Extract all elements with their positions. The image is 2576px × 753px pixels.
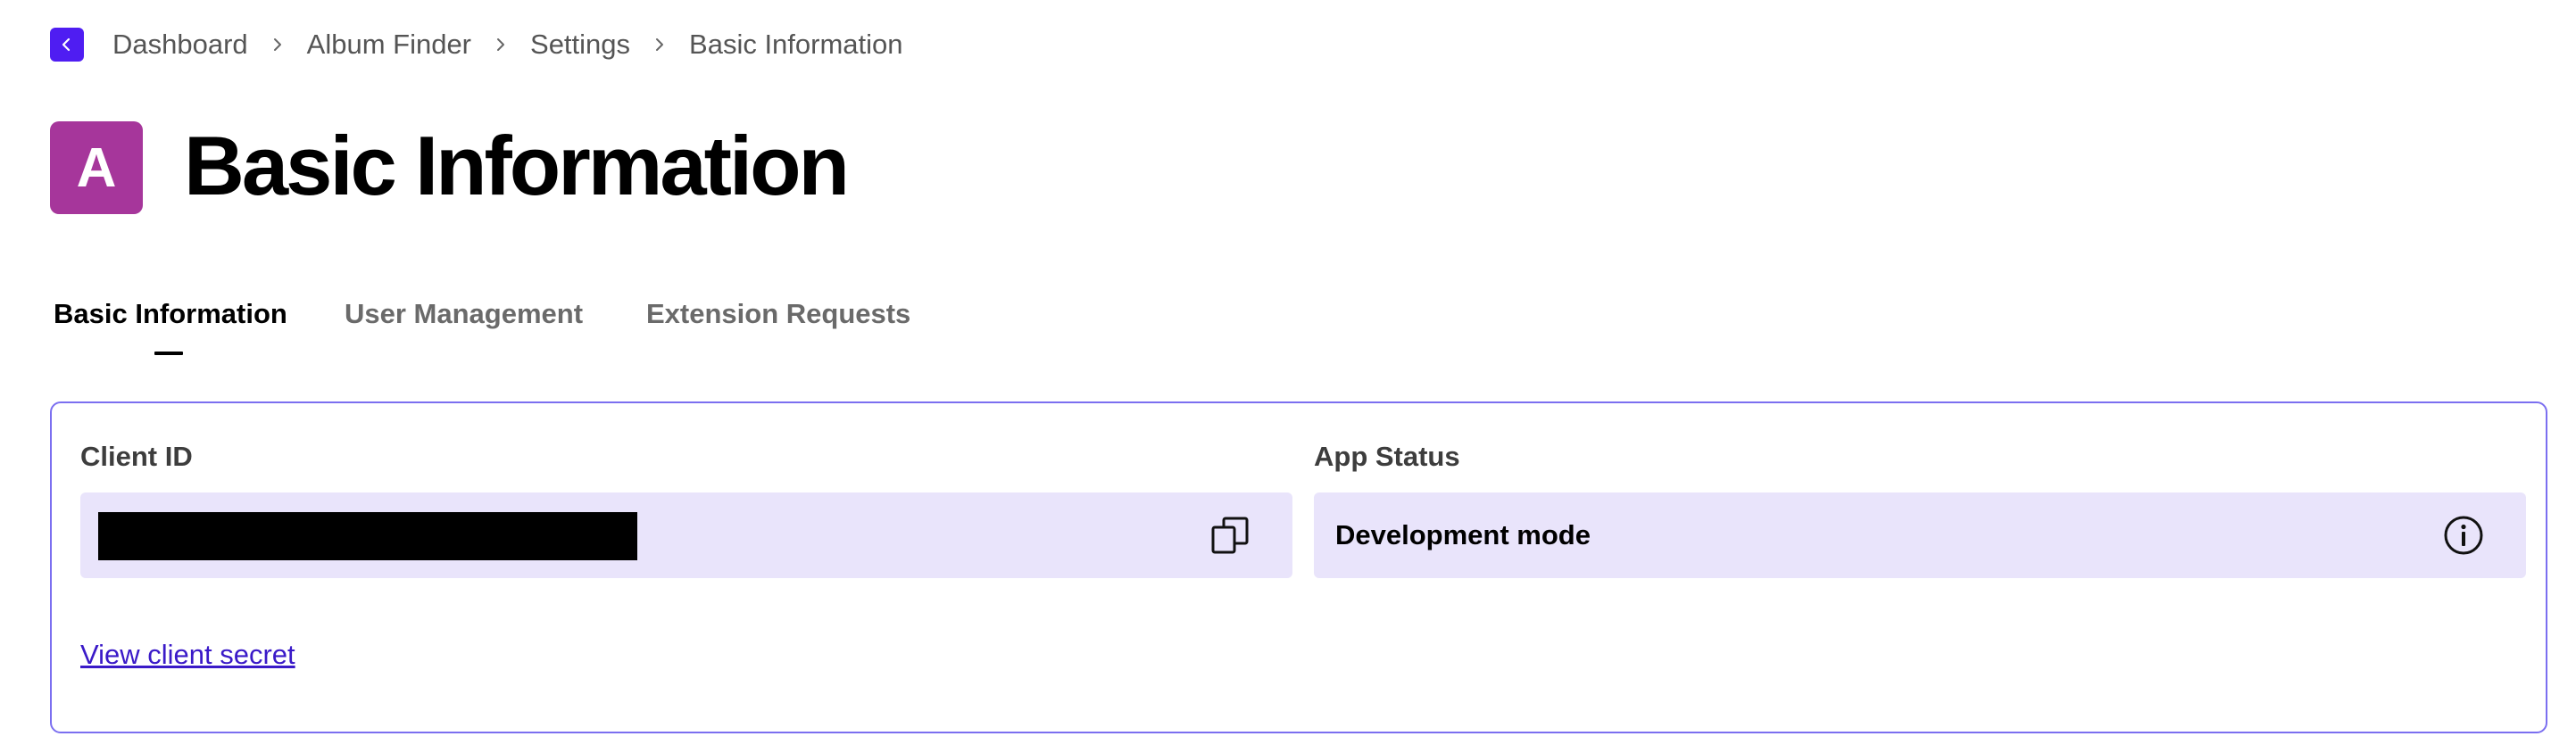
tab-extension-requests[interactable]: Extension Requests <box>646 298 910 330</box>
basic-info-card: Client ID App Status Development mode Vi… <box>50 401 2547 733</box>
view-client-secret-link[interactable]: View client secret <box>80 639 295 671</box>
breadcrumb: Dashboard Album Finder Settings Basic In… <box>50 27 903 62</box>
chevron-left-icon <box>62 37 71 52</box>
app-status-value: Development mode <box>1335 519 1591 550</box>
tab-user-management[interactable]: User Management <box>345 298 583 330</box>
copy-icon <box>1211 517 1249 554</box>
breadcrumb-current: Basic Information <box>689 29 903 60</box>
breadcrumb-dashboard[interactable]: Dashboard <box>112 29 248 61</box>
info-icon <box>2444 516 2483 555</box>
back-button[interactable] <box>50 28 84 62</box>
client-id-value-redacted <box>98 512 637 560</box>
breadcrumb-settings[interactable]: Settings <box>530 29 630 61</box>
breadcrumb-album-finder[interactable]: Album Finder <box>307 29 471 61</box>
app-status-label: App Status <box>1314 441 1460 472</box>
chevron-right-icon <box>272 37 283 52</box>
app-status-field: Development mode <box>1314 492 2526 578</box>
active-tab-indicator <box>154 352 183 355</box>
app-status-info-button[interactable] <box>2442 514 2485 557</box>
page-title: Basic Information <box>184 119 850 212</box>
app-avatar: A <box>50 121 143 214</box>
chevron-right-icon <box>654 37 665 52</box>
client-id-label: Client ID <box>80 441 193 472</box>
chevron-right-icon <box>495 37 506 52</box>
copy-client-id-button[interactable] <box>1209 514 1251 557</box>
app-avatar-letter: A <box>76 137 117 199</box>
tab-basic-information[interactable]: Basic Information <box>54 298 287 330</box>
client-id-field <box>80 492 1292 578</box>
